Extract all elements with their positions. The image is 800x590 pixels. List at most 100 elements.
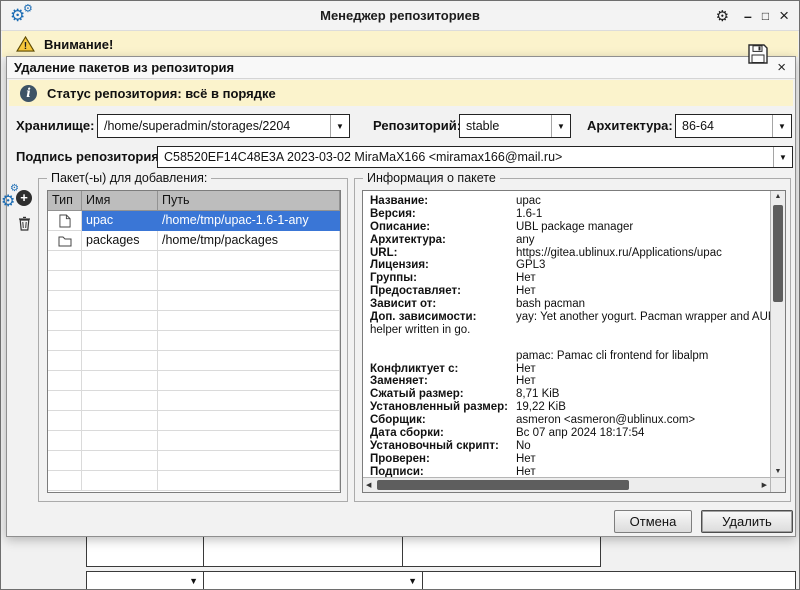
scroll-right-icon[interactable]: ▶ bbox=[762, 481, 767, 489]
table-row-empty bbox=[48, 431, 340, 451]
info-value: Нет bbox=[516, 285, 770, 298]
info-row: Установленный размер:19,22 KiB bbox=[370, 401, 770, 414]
warning-bar: ! Внимание! bbox=[2, 31, 798, 57]
delete-button[interactable]: Удалить bbox=[701, 510, 793, 533]
table-row-empty bbox=[48, 471, 340, 491]
info-value: 1.6-1 bbox=[516, 208, 770, 221]
chevron-down-icon[interactable]: ▼ bbox=[773, 147, 792, 167]
info-value: yay: Yet another yogurt. Pacman wrapper … bbox=[516, 311, 770, 324]
chevron-down-icon[interactable]: ▼ bbox=[772, 115, 791, 137]
packages-group-title: Пакет(-ы) для добавления: bbox=[47, 171, 211, 185]
column-header-type[interactable]: Тип bbox=[48, 191, 82, 211]
scroll-down-icon[interactable]: ▼ bbox=[771, 468, 785, 475]
close-button[interactable]: × bbox=[779, 6, 789, 26]
horizontal-scrollbar[interactable]: ◀ ▶ bbox=[363, 477, 770, 492]
info-label: Сборщик: bbox=[370, 414, 516, 427]
chevron-down-icon[interactable]: ▼ bbox=[330, 115, 349, 137]
storage-label: Хранилище: bbox=[16, 114, 94, 138]
table-row[interactable]: packages/home/tmp/packages bbox=[48, 231, 340, 251]
info-label: Установочный скрипт: bbox=[370, 440, 516, 453]
info-row: Предоставляет:Нет bbox=[370, 285, 770, 298]
package-table[interactable]: Тип Имя Путь upac/home/tmp/upac-1.6-1-an… bbox=[47, 190, 341, 493]
info-label: Сжатый размер: bbox=[370, 388, 516, 401]
info-row: Дата сборки:Вс 07 апр 2024 18:17:54 bbox=[370, 427, 770, 440]
gear-icon: ⚙ bbox=[1, 193, 15, 209]
info-row: Название:upac bbox=[370, 195, 770, 208]
scrollbar-corner bbox=[770, 477, 785, 492]
storage-combobox[interactable]: /home/superadmin/storages/2204 ▼ bbox=[97, 114, 350, 138]
package-path: /home/tmp/packages bbox=[158, 231, 340, 251]
chevron-down-icon: ▼ bbox=[408, 576, 417, 586]
scrollbar-thumb[interactable] bbox=[377, 480, 629, 490]
scroll-up-icon[interactable]: ▲ bbox=[771, 193, 785, 200]
info-value: Нет bbox=[516, 363, 770, 376]
info-label: Доп. зависимости: bbox=[370, 311, 516, 324]
table-row[interactable]: upac/home/tmp/upac-1.6-1-any bbox=[48, 211, 340, 231]
info-label: Проверен: bbox=[370, 453, 516, 466]
info-value: upac bbox=[516, 195, 770, 208]
maximize-button[interactable]: □ bbox=[762, 9, 769, 23]
column-header-name[interactable]: Имя bbox=[82, 191, 158, 211]
package-table-body: upac/home/tmp/upac-1.6-1-anypackages/hom… bbox=[48, 211, 340, 491]
info-label: Конфликтует с: bbox=[370, 363, 516, 376]
package-table-header: Тип Имя Путь bbox=[48, 191, 340, 211]
info-row: URL:https://gitea.ublinux.ru/Application… bbox=[370, 247, 770, 260]
package-info-content: Название:upacВерсия:1.6-1Описание:UBL pa… bbox=[363, 191, 770, 477]
info-label: Подписи: bbox=[370, 466, 516, 477]
table-row-empty bbox=[48, 371, 340, 391]
info-row: pamac: Pamac cli frontend for libalpm bbox=[370, 350, 770, 363]
package-info-group: Информация о пакете Название:upacВерсия:… bbox=[354, 178, 791, 502]
gear-icon: ⚙ bbox=[10, 184, 19, 194]
package-info-group-title: Информация о пакете bbox=[363, 171, 500, 185]
info-label: URL: bbox=[370, 247, 516, 260]
table-row-empty bbox=[48, 311, 340, 331]
chevron-down-icon[interactable]: ▼ bbox=[551, 115, 570, 137]
background-combobox: ▼ bbox=[203, 571, 423, 590]
signature-combobox[interactable]: C58520EF14C48E3A 2023-03-02 MiraMaX166 <… bbox=[157, 146, 793, 168]
cancel-button[interactable]: Отмена bbox=[614, 510, 692, 533]
background-combobox bbox=[422, 571, 796, 590]
svg-text:!: ! bbox=[24, 41, 27, 52]
dialog-close-icon[interactable]: × bbox=[777, 57, 786, 79]
scroll-left-icon[interactable]: ◀ bbox=[366, 481, 371, 489]
app-gears-icon: ⚙ ⚙ bbox=[10, 3, 44, 30]
info-label: Дата сборки: bbox=[370, 427, 516, 440]
info-label: Название: bbox=[370, 195, 516, 208]
vertical-scrollbar[interactable]: ▲ ▼ bbox=[770, 191, 785, 477]
info-label bbox=[370, 350, 516, 363]
info-value: Вс 07 апр 2024 18:17:54 bbox=[516, 427, 770, 440]
repository-label: Репозиторий: bbox=[373, 114, 461, 138]
info-value: Нет bbox=[516, 272, 770, 285]
info-label: Заменяет: bbox=[370, 375, 516, 388]
info-row: Подписи:Нет bbox=[370, 466, 770, 477]
info-value: Нет bbox=[516, 375, 770, 388]
table-row-empty bbox=[48, 331, 340, 351]
signature-label: Подпись репозитория: bbox=[16, 146, 163, 168]
package-path: /home/tmp/upac-1.6-1-any bbox=[158, 211, 340, 231]
info-row: Конфликтует с:Нет bbox=[370, 363, 770, 376]
info-row: Проверен:Нет bbox=[370, 453, 770, 466]
warning-text: Внимание! bbox=[44, 37, 113, 52]
info-row bbox=[370, 337, 770, 350]
info-row: Заменяет:Нет bbox=[370, 375, 770, 388]
info-value: bash pacman bbox=[516, 298, 770, 311]
minimize-button[interactable]: – bbox=[744, 8, 752, 24]
column-header-path[interactable]: Путь bbox=[158, 191, 340, 211]
package-name: upac bbox=[82, 211, 158, 231]
table-row-empty bbox=[48, 391, 340, 411]
info-value: pamac: Pamac cli frontend for libalpm bbox=[516, 350, 770, 363]
info-label: Версия: bbox=[370, 208, 516, 221]
info-value bbox=[470, 324, 770, 337]
repo-status-bar: i Статус репозитория: всё в порядке bbox=[9, 80, 793, 106]
info-row: Сборщик:asmeron <asmeron@ublinux.com> bbox=[370, 414, 770, 427]
save-floppy-icon[interactable] bbox=[747, 43, 769, 70]
architecture-value: 86-64 bbox=[676, 115, 772, 137]
info-value: https://gitea.ublinux.ru/Applications/up… bbox=[516, 247, 770, 260]
package-info-panel: Название:upacВерсия:1.6-1Описание:UBL pa… bbox=[362, 190, 786, 493]
architecture-combobox[interactable]: 86-64 ▼ bbox=[675, 114, 792, 138]
info-value: UBL package manager bbox=[516, 221, 770, 234]
scrollbar-thumb[interactable] bbox=[773, 205, 783, 302]
info-label bbox=[370, 337, 516, 350]
repository-combobox[interactable]: stable ▼ bbox=[459, 114, 571, 138]
settings-gear-icon[interactable]: ⚙ bbox=[716, 7, 729, 25]
